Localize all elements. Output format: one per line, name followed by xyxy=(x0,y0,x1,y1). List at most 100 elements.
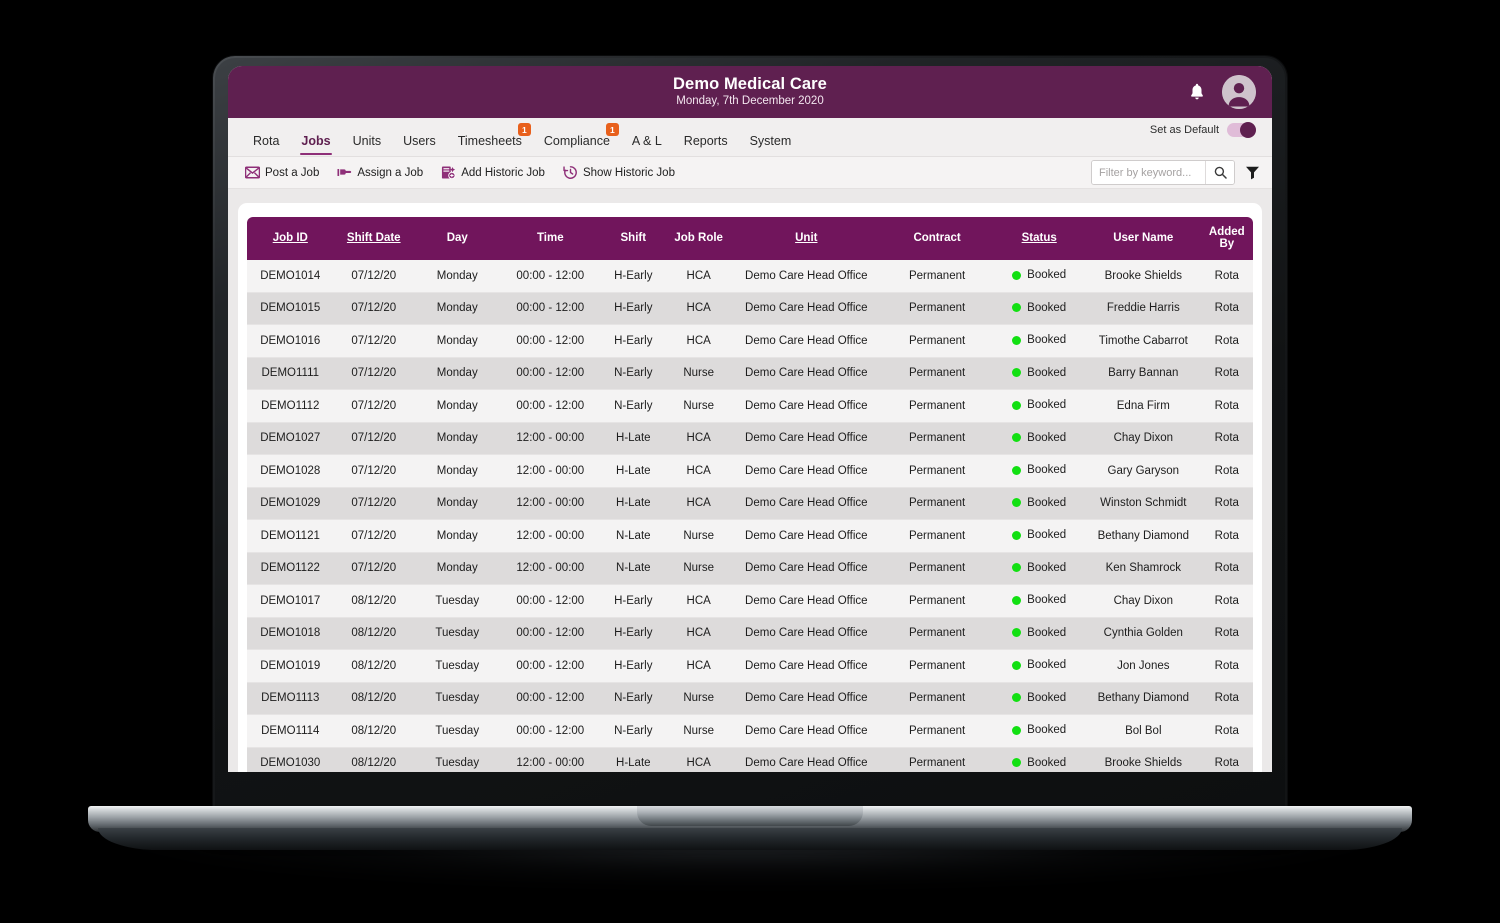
add-historic-job-button[interactable]: Add Historic Job xyxy=(432,165,554,180)
status-badge: Booked xyxy=(1012,432,1066,444)
cell-added-by: Rota xyxy=(1200,390,1253,423)
table-row[interactable]: DEMO1016 07/12/20 Monday 00:00 - 12:00 H-Ear… xyxy=(247,325,1253,358)
cell-contract: Permanent xyxy=(881,585,993,618)
table-row[interactable]: DEMO1027 07/12/20 Monday 12:00 - 00:00 H-Lat… xyxy=(247,422,1253,455)
nav-item-compliance[interactable]: Compliance 1 xyxy=(533,123,621,156)
cell-job-id[interactable]: DEMO1019 xyxy=(247,650,334,683)
cell-shift-date: 07/12/20 xyxy=(333,520,414,553)
cell-user-name[interactable]: Chay Dixon xyxy=(1085,422,1201,455)
table-row[interactable]: DEMO1018 08/12/20 Tuesday 00:00 - 12:00 H-Ea… xyxy=(247,617,1253,650)
nav-item-reports[interactable]: Reports xyxy=(673,134,739,156)
col-header-label: Added By xyxy=(1208,226,1245,250)
cell-user-name[interactable]: Bol Bol xyxy=(1085,715,1201,748)
cell-user-name[interactable]: Freddie Harris xyxy=(1085,292,1201,325)
search-input[interactable] xyxy=(1092,161,1205,184)
cell-day: Tuesday xyxy=(413,617,501,650)
toolbar-filters xyxy=(1091,160,1260,185)
cell-job-role: Nurse xyxy=(666,357,731,390)
cell-user-name[interactable]: Ken Shamrock xyxy=(1085,552,1201,585)
cell-job-id[interactable]: DEMO1014 xyxy=(247,260,334,293)
set-as-default-toggle[interactable] xyxy=(1227,122,1256,138)
col-header-job-id[interactable]: Job ID xyxy=(247,217,334,260)
col-header-label: Contract xyxy=(913,232,961,244)
cell-user-name[interactable]: Timothe Cabarrot xyxy=(1085,325,1201,358)
nav-item-jobs[interactable]: Jobs xyxy=(290,134,341,156)
cell-user-name[interactable]: Jon Jones xyxy=(1085,650,1201,683)
cell-job-id[interactable]: DEMO1112 xyxy=(247,390,334,423)
table-row[interactable]: DEMO1019 08/12/20 Tuesday 00:00 - 12:00 H-Ea… xyxy=(247,650,1253,683)
cell-job-id[interactable]: DEMO1114 xyxy=(247,715,334,748)
nav-item-users[interactable]: Users xyxy=(392,134,447,156)
post-a-job-button[interactable]: Post a Job xyxy=(236,165,328,180)
cell-shift-date: 07/12/20 xyxy=(333,487,414,520)
cell-job-id[interactable]: DEMO1018 xyxy=(247,617,334,650)
cell-job-id[interactable]: DEMO1028 xyxy=(247,455,334,488)
cell-job-id[interactable]: DEMO1029 xyxy=(247,487,334,520)
cell-unit: Demo Care Head Office xyxy=(730,292,882,325)
cell-unit: Demo Care Head Office xyxy=(730,585,882,618)
cell-user-name[interactable]: Gary Garyson xyxy=(1085,455,1201,488)
cell-job-id[interactable]: DEMO1016 xyxy=(247,325,334,358)
cell-job-id[interactable]: DEMO1030 xyxy=(247,747,334,772)
cell-job-id[interactable]: DEMO1017 xyxy=(247,585,334,618)
tool-label: Show Historic Job xyxy=(582,166,675,179)
cell-job-id[interactable]: DEMO1027 xyxy=(247,422,334,455)
status-badge: Booked xyxy=(1012,562,1066,574)
cell-job-role: HCA xyxy=(666,422,731,455)
table-row[interactable]: DEMO1113 08/12/20 Tuesday 00:00 - 12:00 N-Ea… xyxy=(247,682,1253,715)
cell-shift-date: 08/12/20 xyxy=(333,585,414,618)
table-row[interactable]: DEMO1112 07/12/20 Monday 00:00 - 12:00 N-Ear… xyxy=(247,390,1253,423)
show-historic-job-button[interactable]: Show Historic Job xyxy=(554,165,684,180)
bell-icon[interactable] xyxy=(1189,83,1205,101)
col-header-status[interactable]: Status xyxy=(992,217,1086,260)
avatar[interactable] xyxy=(1222,75,1256,109)
cell-job-id[interactable]: DEMO1113 xyxy=(247,682,334,715)
table-row[interactable]: DEMO1014 07/12/20 Monday 00:00 - 12:00 H-Ear… xyxy=(247,260,1253,293)
table-row[interactable]: DEMO1030 08/12/20 Tuesday 12:00 - 00:00 H-La… xyxy=(247,747,1253,772)
cell-shift: N-Early xyxy=(600,357,667,390)
cell-shift: H-Early xyxy=(600,650,667,683)
cell-user-name[interactable]: Bethany Diamond xyxy=(1085,520,1201,553)
table-row[interactable]: DEMO1122 07/12/20 Monday 12:00 - 00:00 N-Lat… xyxy=(247,552,1253,585)
status-badge: Booked xyxy=(1012,269,1066,281)
col-header-unit[interactable]: Unit xyxy=(730,217,882,260)
table-row[interactable]: DEMO1114 08/12/20 Tuesday 00:00 - 12:00 N-Ea… xyxy=(247,715,1253,748)
cell-user-name[interactable]: Cynthia Golden xyxy=(1085,617,1201,650)
nav-item-a-and-l[interactable]: A & L xyxy=(621,134,673,156)
assign-a-job-button[interactable]: Assign a Job xyxy=(328,165,432,180)
cell-job-id[interactable]: DEMO1122 xyxy=(247,552,334,585)
cell-user-name[interactable]: Brooke Shields xyxy=(1085,260,1201,293)
nav-label: Units xyxy=(352,134,382,148)
cell-contract: Permanent xyxy=(881,715,993,748)
cell-user-name[interactable]: Edna Firm xyxy=(1085,390,1201,423)
col-header-shift-date[interactable]: Shift Date xyxy=(333,217,414,260)
cell-shift-date: 07/12/20 xyxy=(333,422,414,455)
cell-user-name[interactable]: Chay Dixon xyxy=(1085,585,1201,618)
jobs-table-head: Job ID Shift Date Day Time Shift Job Rol… xyxy=(247,217,1253,260)
nav-item-system[interactable]: System xyxy=(739,134,803,156)
table-row[interactable]: DEMO1028 07/12/20 Monday 12:00 - 00:00 H-Lat… xyxy=(247,455,1253,488)
nav-item-units[interactable]: Units xyxy=(342,134,392,156)
table-row[interactable]: DEMO1017 08/12/20 Tuesday 00:00 - 12:00 H-Ea… xyxy=(247,585,1253,618)
table-row[interactable]: DEMO1111 07/12/20 Monday 00:00 - 12:00 N-Ear… xyxy=(247,357,1253,390)
cell-user-name[interactable]: Winston Schmidt xyxy=(1085,487,1201,520)
document-add-icon xyxy=(441,165,456,180)
cell-job-id[interactable]: DEMO1121 xyxy=(247,520,334,553)
table-row[interactable]: DEMO1029 07/12/20 Monday 12:00 - 00:00 H-Lat… xyxy=(247,487,1253,520)
nav-item-timesheets[interactable]: Timesheets 1 xyxy=(447,123,533,156)
nav-item-rota[interactable]: Rota xyxy=(242,134,290,156)
status-badge: Booked xyxy=(1012,757,1066,769)
pointing-hand-icon xyxy=(337,165,352,180)
cell-job-id[interactable]: DEMO1111 xyxy=(247,357,334,390)
cell-job-id[interactable]: DEMO1015 xyxy=(247,292,334,325)
table-row[interactable]: DEMO1015 07/12/20 Monday 00:00 - 12:00 H-Ear… xyxy=(247,292,1253,325)
table-row[interactable]: DEMO1121 07/12/20 Monday 12:00 - 00:00 N-Lat… xyxy=(247,520,1253,553)
cell-user-name[interactable]: Bethany Diamond xyxy=(1085,682,1201,715)
status-dot-icon xyxy=(1012,628,1022,637)
funnel-icon[interactable] xyxy=(1245,165,1260,180)
cell-user-name[interactable]: Brooke Shields xyxy=(1085,747,1201,772)
status-dot-icon xyxy=(1012,530,1022,540)
status-badge: Booked xyxy=(1012,594,1066,606)
cell-user-name[interactable]: Barry Bannan xyxy=(1085,357,1201,390)
search-button[interactable] xyxy=(1205,161,1234,184)
